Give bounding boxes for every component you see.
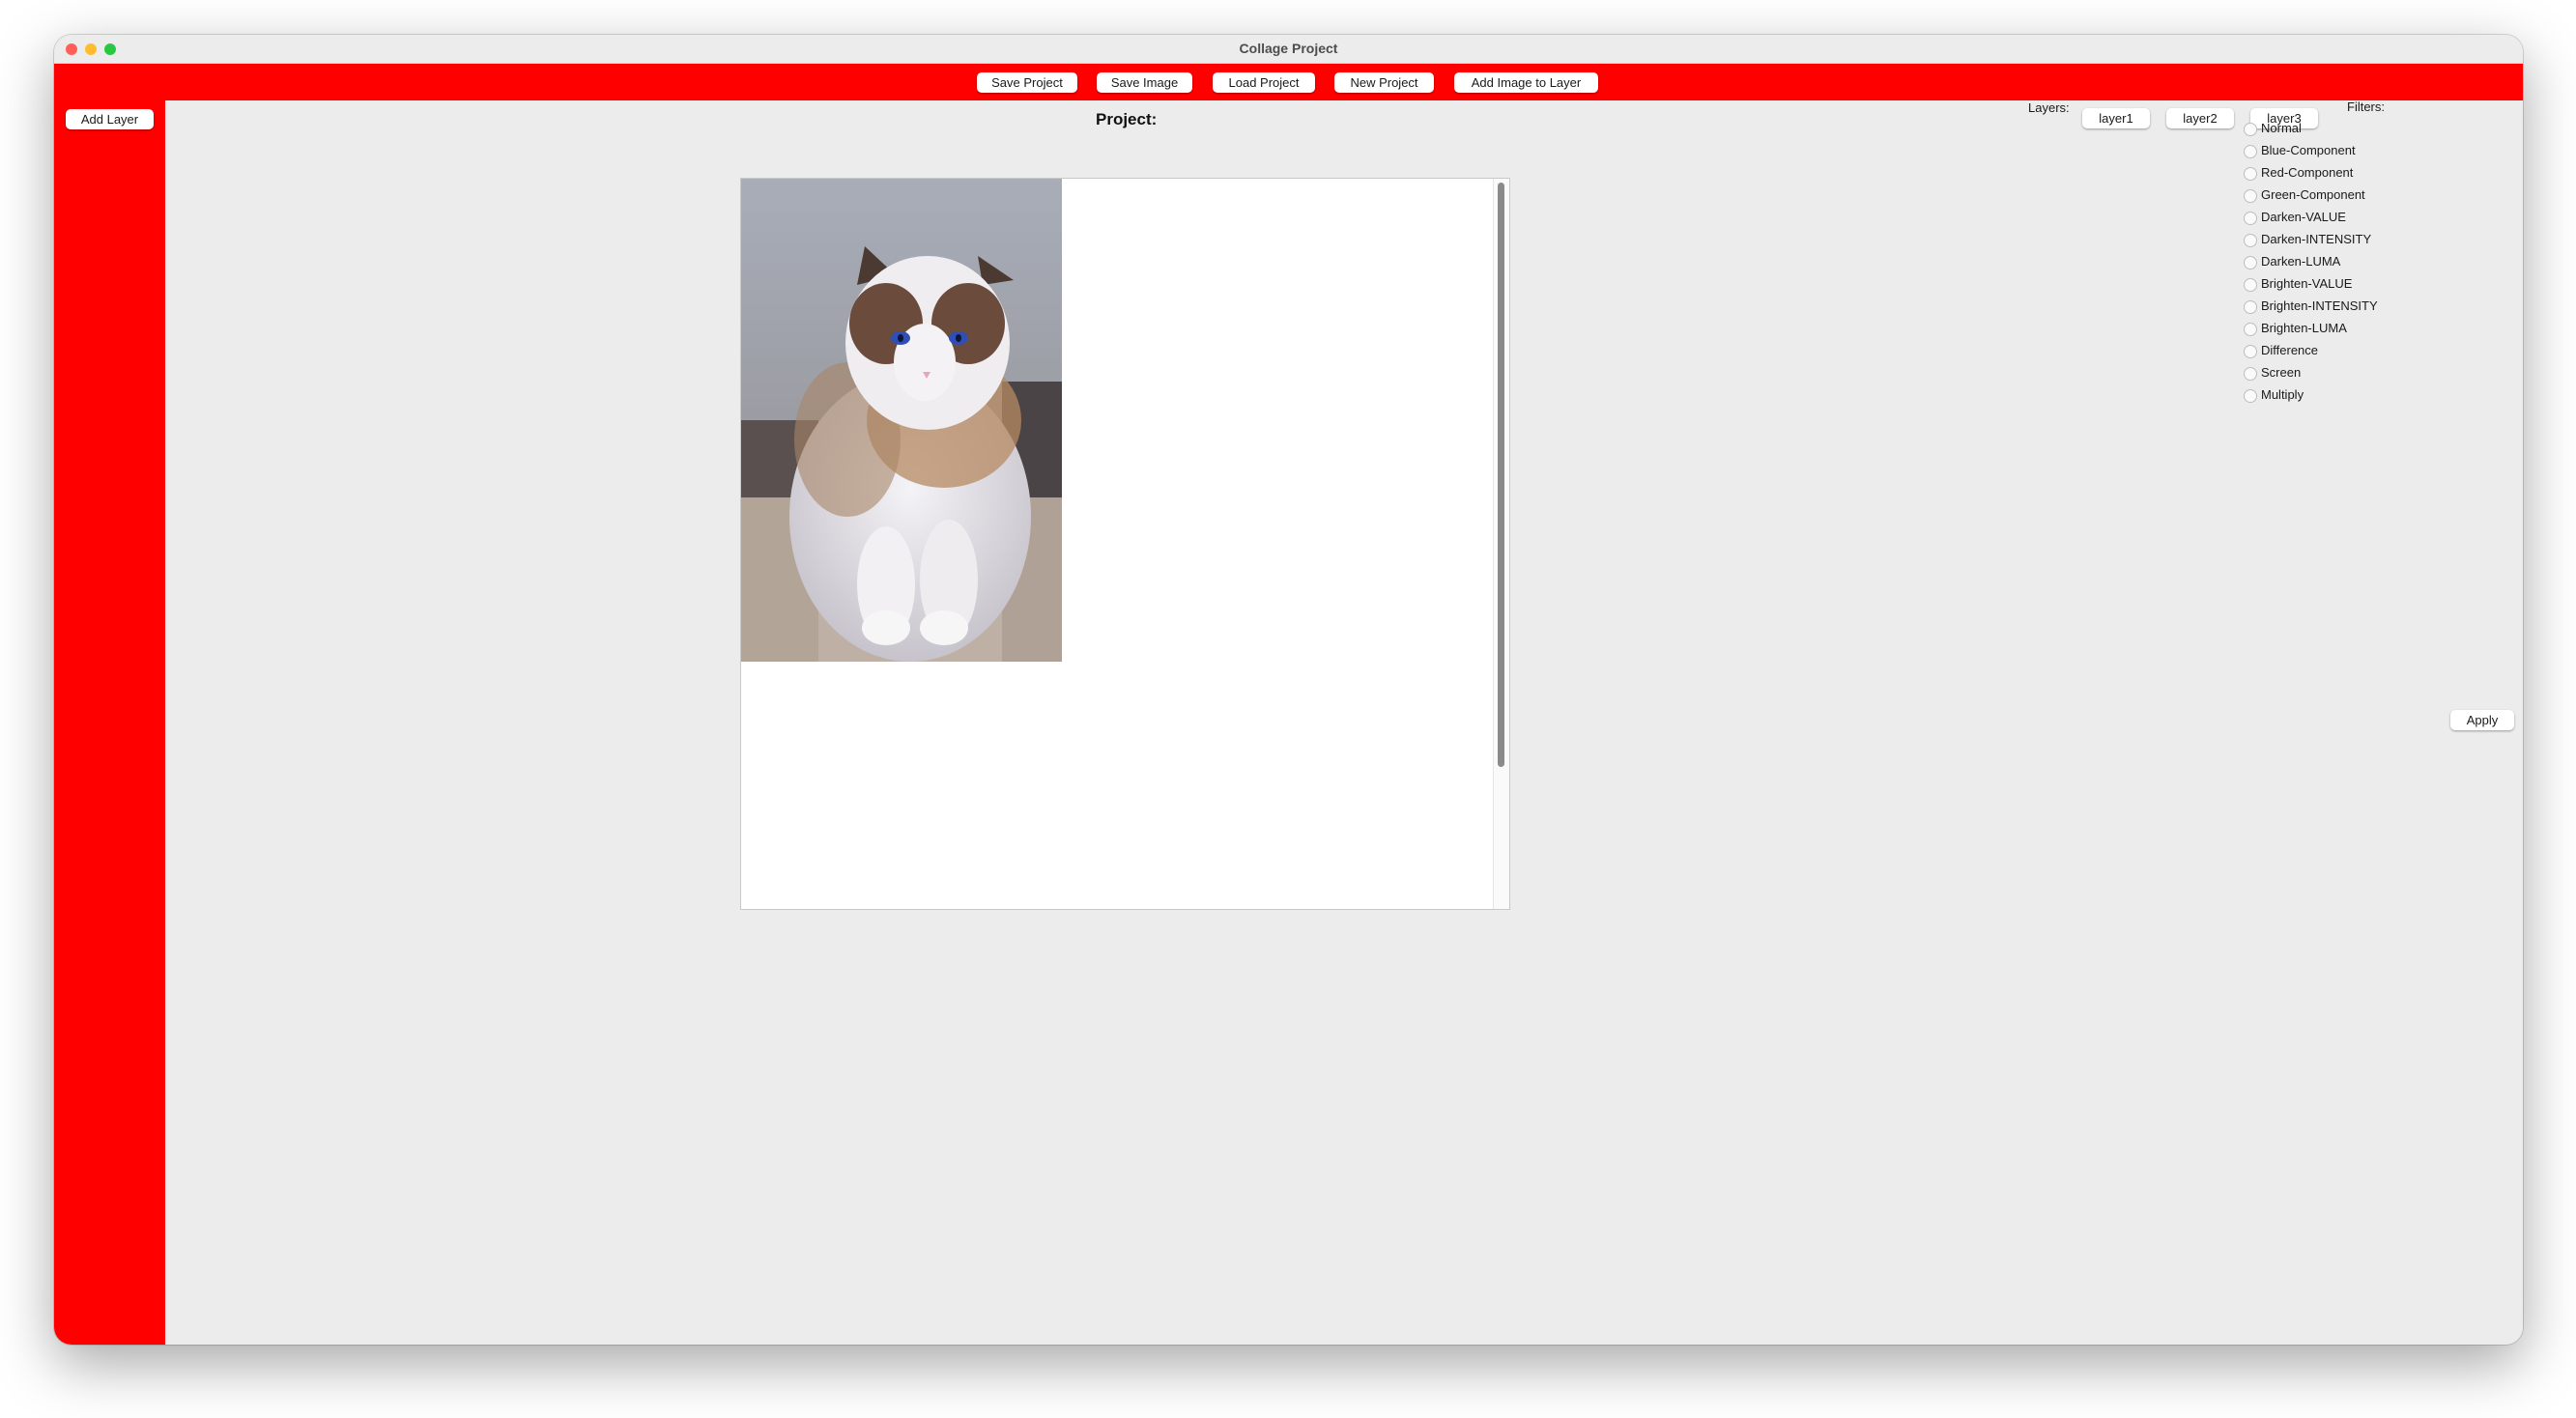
radio-button[interactable]: [2244, 123, 2257, 136]
save-project-button[interactable]: Save Project: [977, 72, 1077, 93]
save-image-button[interactable]: Save Image: [1097, 72, 1192, 93]
radio-button[interactable]: [2244, 300, 2257, 314]
radio-button[interactable]: [2244, 323, 2257, 336]
canvas-scrollbar-thumb[interactable]: [1498, 183, 1504, 767]
filter-label: Normal: [2261, 121, 2302, 135]
layer1-button[interactable]: layer1: [2082, 108, 2150, 128]
filter-label: Darken-LUMA: [2261, 254, 2341, 269]
main-panel: Project: Layers: layer1 layer2 layer3 Fi…: [165, 99, 2523, 1345]
filter-label: Difference: [2261, 343, 2319, 357]
project-label: Project:: [1096, 110, 1158, 128]
filter-label: Green-Component: [2261, 187, 2365, 202]
new-project-button[interactable]: New Project: [1334, 72, 1434, 93]
filter-label: Brighten-INTENSITY: [2261, 298, 2378, 313]
layers-label: Layers:: [2028, 100, 2070, 115]
sidebar: Add Layer: [54, 100, 165, 1345]
filter-label: Blue-Component: [2261, 143, 2356, 157]
radio-button[interactable]: [2244, 345, 2257, 358]
cat-image: [741, 179, 1062, 662]
filter-label: Multiply: [2261, 387, 2304, 402]
toolbar: Save Project Save Image Load Project New…: [54, 64, 2523, 100]
app-window: Collage Project Save Project Save Image …: [54, 35, 2523, 1345]
layer2-button[interactable]: layer2: [2166, 108, 2234, 128]
collage-canvas[interactable]: [740, 178, 1510, 910]
radio-button[interactable]: [2244, 389, 2257, 403]
add-layer-button[interactable]: Add Layer: [66, 109, 154, 129]
radio-button[interactable]: [2244, 367, 2257, 381]
radio-button[interactable]: [2244, 234, 2257, 247]
filter-label: Red-Component: [2261, 165, 2354, 180]
filter-label: Brighten-VALUE: [2261, 276, 2353, 291]
filter-label: Darken-VALUE: [2261, 210, 2346, 224]
filter-label: Screen: [2261, 365, 2302, 380]
radio-button[interactable]: [2244, 189, 2257, 203]
filter-label: Brighten-LUMA: [2261, 321, 2347, 335]
window-title: Collage Project: [1239, 41, 1338, 56]
radio-button[interactable]: [2244, 278, 2257, 292]
load-project-button[interactable]: Load Project: [1213, 72, 1315, 93]
radio-button[interactable]: [2244, 256, 2257, 269]
radio-button[interactable]: [2244, 212, 2257, 225]
radio-button[interactable]: [2244, 167, 2257, 181]
canvas-scrollbar[interactable]: [1493, 179, 1509, 909]
title-bar: Collage Project: [54, 35, 2523, 64]
filter-label: Darken-INTENSITY: [2261, 232, 2372, 246]
radio-button[interactable]: [2244, 145, 2257, 158]
filters-label: Filters:: [2347, 99, 2385, 114]
add-image-to-layer-button[interactable]: Add Image to Layer: [1454, 72, 1598, 93]
apply-button[interactable]: Apply: [2450, 710, 2514, 730]
